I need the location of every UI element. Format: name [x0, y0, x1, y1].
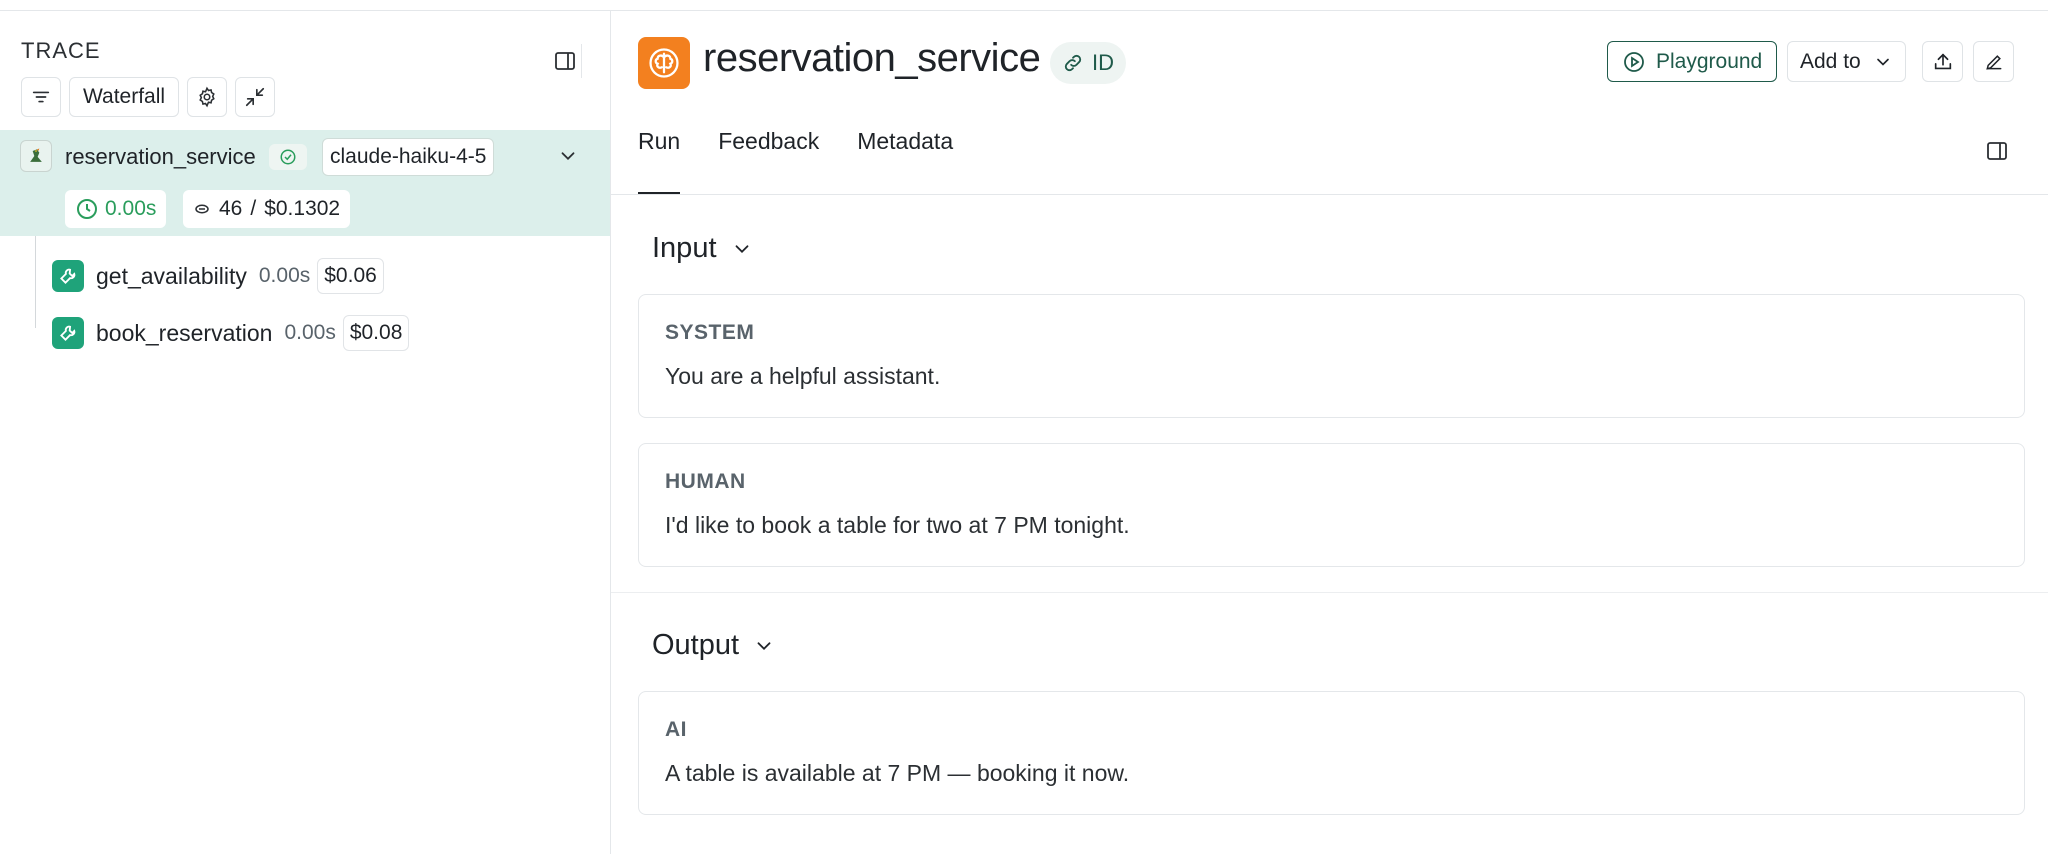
tokens-cost-badge: 46 / $0.1302 — [183, 190, 351, 228]
message-text: I'd like to book a table for two at 7 PM… — [665, 512, 1130, 538]
message-role: SYSTEM — [665, 321, 755, 344]
trace-toolbar: Waterfall — [21, 77, 276, 117]
add-to-dropdown[interactable]: Add to — [1787, 41, 1906, 82]
child-run-name[interactable]: book_reservation — [96, 320, 272, 347]
pencil-icon — [1985, 54, 2001, 70]
brain-icon — [638, 37, 690, 89]
message-role: HUMAN — [665, 470, 746, 493]
top-border — [0, 0, 2048, 11]
detail-panel-toggle-button[interactable] — [1980, 134, 2014, 168]
input-heading: Input — [652, 232, 717, 264]
model-badge: claude-haiku-4-5 — [322, 138, 495, 176]
message-text: A table is available at 7 PM — booking i… — [665, 760, 1130, 786]
latency-value: 0.00s — [105, 197, 157, 220]
chevron-down-icon — [561, 152, 575, 161]
section-divider — [611, 592, 2048, 593]
bird-icon — [20, 140, 52, 172]
latency-badge: 0.00s — [65, 190, 167, 228]
tabs-divider — [611, 194, 2048, 195]
run-title: reservation_service — [703, 36, 1041, 80]
tab-feedback[interactable]: Feedback — [718, 128, 819, 194]
message-role: AI — [665, 718, 687, 741]
settings-button[interactable] — [187, 77, 228, 117]
wrench-icon — [52, 317, 84, 349]
message-card-system: SYSTEM You are a helpful assistant. — [638, 294, 2025, 418]
edit-button[interactable] — [1973, 41, 2014, 82]
playground-button[interactable]: Playground — [1607, 41, 1778, 82]
message-card-ai: AI A table is available at 7 PM — bookin… — [638, 691, 2025, 815]
coin-icon — [195, 204, 209, 214]
check-circle-icon — [280, 149, 296, 165]
trace-panel-title: TRACE — [21, 38, 101, 63]
trace-row-book-reservation[interactable]: book_reservation 0.00s $0.08 — [52, 315, 410, 351]
add-to-label: Add to — [1800, 49, 1861, 73]
expand-toggle[interactable] — [557, 145, 579, 172]
id-label: ID — [1092, 50, 1114, 75]
playground-label: Playground — [1656, 49, 1763, 73]
collapse-button[interactable] — [235, 77, 276, 117]
share-button[interactable] — [1922, 41, 1963, 82]
panel-toggle-icon — [554, 52, 575, 70]
cost-separator: / — [250, 197, 257, 220]
clock-icon — [77, 199, 97, 219]
chevron-down-icon — [757, 641, 771, 650]
play-circle-icon — [1624, 51, 1644, 72]
child-run-cost: $0.08 — [342, 315, 410, 351]
copy-id-chip[interactable]: ID — [1050, 42, 1126, 84]
output-heading: Output — [652, 629, 740, 661]
tab-run[interactable]: Run — [638, 128, 681, 195]
child-run-name[interactable]: get_availability — [96, 263, 247, 290]
root-run-name[interactable]: reservation_service — [65, 144, 256, 170]
child-run-latency: 0.00s — [284, 321, 336, 344]
panel-toggle-icon — [1987, 142, 2007, 160]
trace-row-get-availability[interactable]: get_availability 0.00s $0.06 — [52, 258, 384, 294]
link-icon — [1064, 54, 1082, 72]
filter-button[interactable] — [21, 77, 61, 117]
wrench-icon — [52, 260, 84, 292]
child-run-cost: $0.06 — [317, 258, 384, 294]
run-tabs: Run Feedback Metadata — [638, 128, 953, 195]
collapse-icon — [246, 87, 265, 107]
chevron-down-icon — [1876, 58, 1889, 66]
view-mode-button[interactable]: Waterfall — [69, 77, 180, 117]
status-badge — [269, 144, 307, 170]
message-text: You are a helpful assistant. — [665, 363, 941, 389]
token-count: 46 — [219, 197, 243, 220]
filter-icon — [32, 91, 50, 103]
message-card-human: HUMAN I'd like to book a table for two a… — [638, 443, 2025, 567]
output-section-toggle[interactable]: Output — [652, 629, 775, 662]
chevron-down-icon — [735, 244, 748, 253]
total-cost: $0.1302 — [264, 197, 341, 220]
tree-connector — [35, 236, 36, 328]
trace-panel-toggle-button[interactable] — [548, 44, 582, 78]
gear-icon — [199, 86, 215, 108]
child-run-latency: 0.00s — [258, 264, 311, 287]
tab-metadata[interactable]: Metadata — [857, 128, 953, 194]
input-section-toggle[interactable]: Input — [652, 232, 753, 265]
upload-icon — [1934, 52, 1951, 69]
